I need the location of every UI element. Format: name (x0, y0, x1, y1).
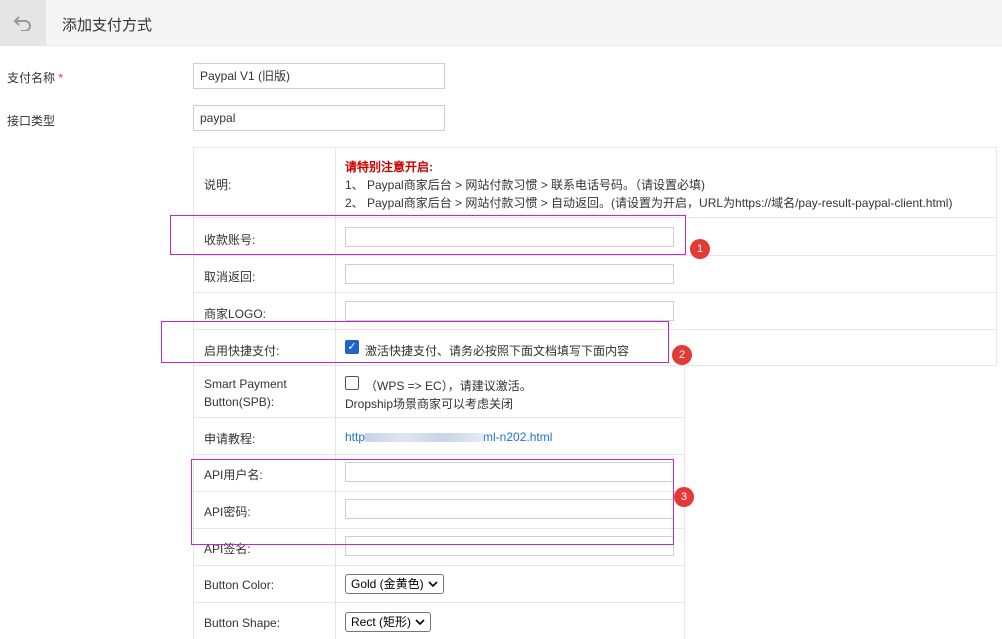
tutorial-link[interactable]: http ml-n202.html (345, 430, 552, 444)
button-shape-select[interactable]: Rect (矩形) (345, 612, 432, 632)
desc-line-2: 2、 Paypal商家后台 > 网站付款习惯 > 自动返回。(请设置为开启，UR… (345, 196, 953, 210)
annotation-highlight-3 (191, 459, 674, 545)
button-shape-value: Rect (矩形) (351, 615, 412, 629)
tutorial-label: 申请教程: (204, 432, 256, 446)
page-header: 添加支付方式 (0, 0, 1002, 46)
annotation-badge-2: 2 (672, 345, 692, 365)
table-divider (193, 292, 997, 293)
table-divider (193, 565, 684, 566)
desc-warning: 请特别注意开启: (345, 160, 433, 174)
page-title: 添加支付方式 (62, 17, 153, 34)
annotation-highlight-1 (170, 215, 686, 255)
annotation-badge-1: 1 (690, 239, 710, 259)
button-color-value: Gold (金黄色) (351, 577, 424, 591)
logo-label: 商家LOGO: (204, 307, 267, 321)
spb-checkbox[interactable] (345, 376, 359, 390)
tutorial-link-start: http (345, 430, 366, 444)
payment-name-label-text: 支付名称 (7, 71, 56, 85)
cancel-return-label: 取消返回: (204, 270, 256, 284)
table-divider (193, 454, 684, 455)
back-button[interactable] (0, 0, 46, 46)
chevron-down-icon (415, 619, 425, 626)
button-color-select[interactable]: Gold (金黄色) (345, 574, 444, 594)
annotation-highlight-2 (161, 321, 669, 363)
spb-text-line-1: （WPS => EC），请建议激活。 (365, 379, 532, 393)
spb-label-line-2: Button(SPB): (204, 395, 275, 409)
payment-name-input[interactable]: Paypal V1 (旧版) (193, 63, 445, 89)
interface-type-label: 接口类型 (7, 114, 56, 128)
redacted-url-segment (365, 433, 484, 443)
annotation-badge-3: 3 (674, 487, 694, 507)
table-border-right (996, 147, 997, 366)
logo-input[interactable] (345, 301, 674, 321)
interface-type-input[interactable]: paypal (193, 105, 445, 131)
spb-label-line-1: Smart Payment (204, 377, 287, 391)
required-mark: * (58, 71, 64, 85)
spb-text-line-2: Dropship场景商家可以考虑关闭 (345, 397, 514, 411)
table-divider (193, 255, 997, 256)
payment-name-label: 支付名称 * (7, 69, 63, 86)
undo-icon (13, 16, 31, 31)
table-divider (193, 602, 684, 603)
table-divider (193, 365, 997, 366)
desc-label: 说明: (204, 178, 232, 192)
table-border-top (193, 147, 997, 148)
table-divider (193, 417, 684, 418)
tutorial-link-end: ml-n202.html (483, 430, 553, 444)
desc-line-1: 1、 Paypal商家后台 > 网站付款习惯 > 联系电话号码。（请设置必填) (345, 178, 706, 192)
button-color-label: Button Color: (204, 578, 275, 592)
cancel-return-input[interactable] (345, 264, 674, 284)
chevron-down-icon (428, 581, 438, 588)
button-shape-label: Button Shape: (204, 616, 281, 630)
